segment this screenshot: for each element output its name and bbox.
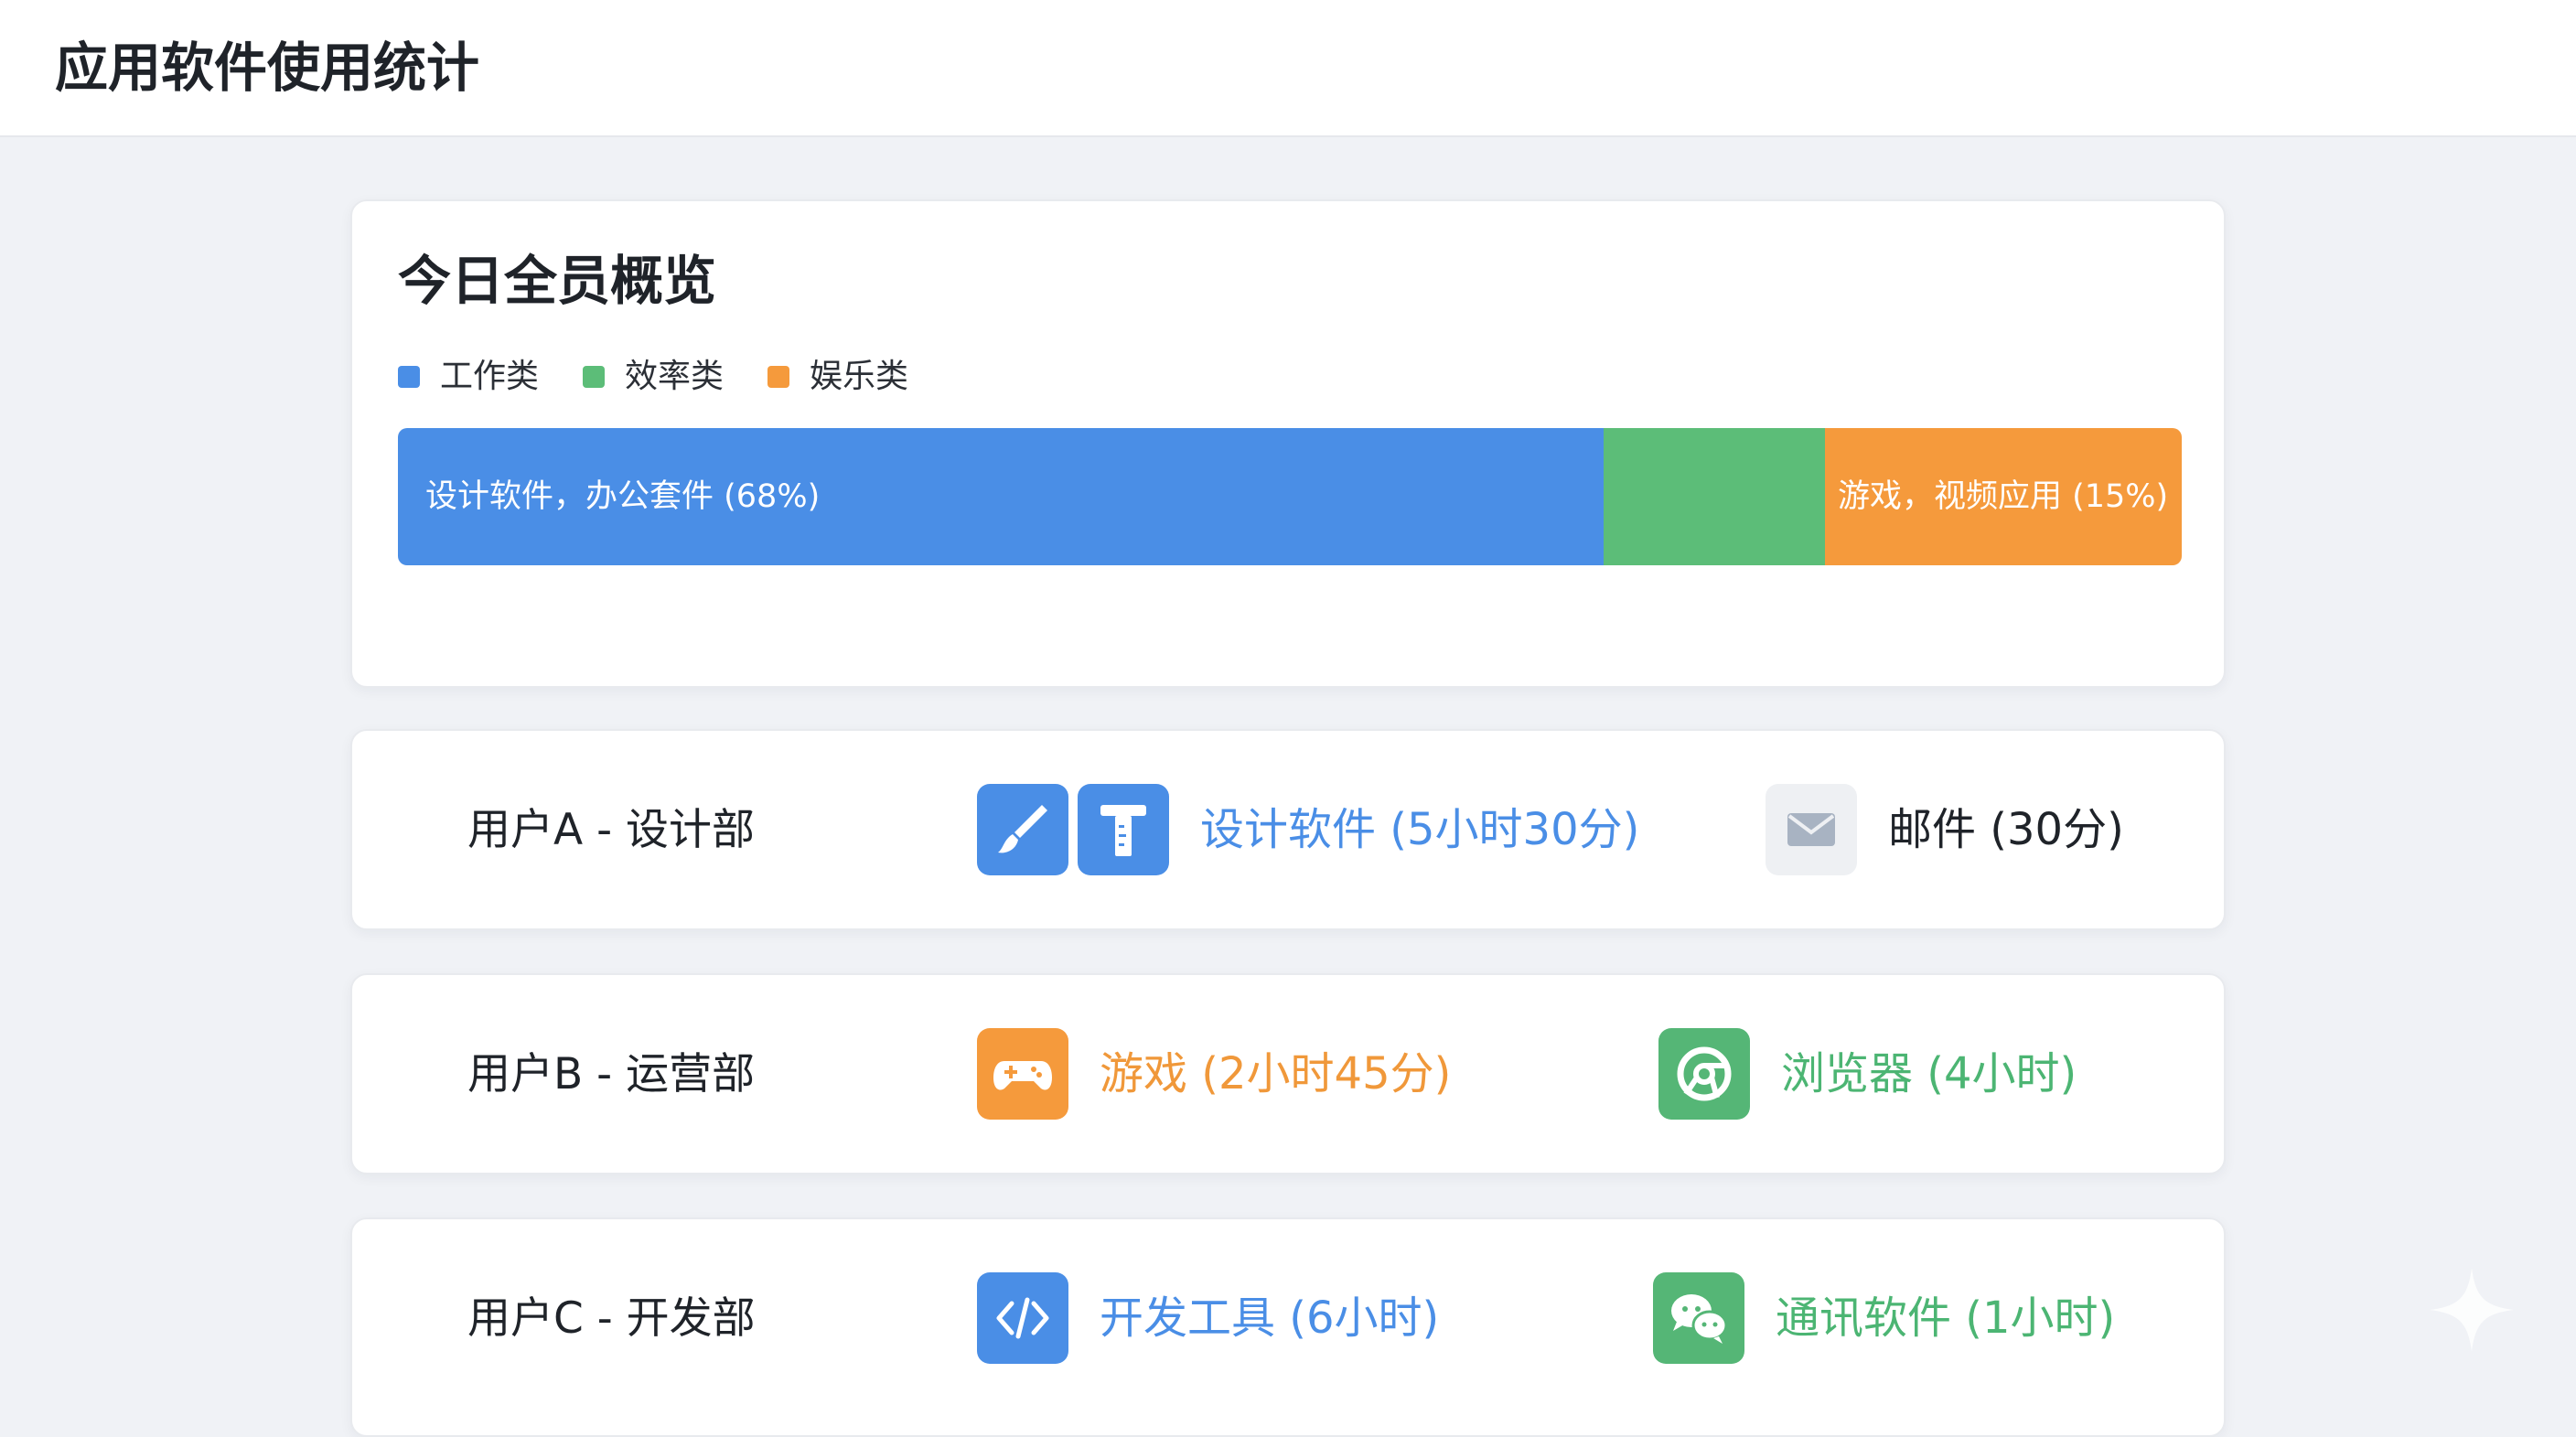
bar-segment-work[interactable]: 设计软件，办公套件 (68%) — [398, 428, 1605, 565]
app-usage-label: 通讯软件 (1小时) — [1776, 1292, 2116, 1344]
app-usage-mail[interactable]: 邮件 (30分) — [1766, 784, 2124, 875]
legend-label: 娱乐类 — [810, 358, 909, 395]
app-usage-label: 开发工具 (6小时) — [1100, 1292, 1440, 1344]
legend-swatch-efficiency — [583, 366, 606, 388]
legend-swatch-work — [398, 366, 420, 388]
legend-swatch-entertainment — [767, 366, 790, 388]
brush-icon — [977, 784, 1068, 875]
app-title: 应用软件使用统计 — [55, 37, 480, 99]
overview-title: 今日全员概览 — [398, 250, 717, 312]
overview-card: 今日全员概览 工作类 效率类 娱乐类 设计软件，办公套件 (68%) 游戏，视频… — [350, 199, 2226, 688]
user-name: 用户C - 开发部 — [467, 1293, 756, 1344]
top-bar: 应用软件使用统计 — [0, 0, 2576, 137]
app-usage-label: 浏览器 (4小时) — [1781, 1048, 2077, 1099]
browser-icon — [1658, 1028, 1750, 1120]
legend: 工作类 效率类 娱乐类 — [398, 357, 952, 397]
user-card-c[interactable]: 用户C - 开发部 开发工具 (6小时) 通讯软件 (1小时) — [350, 1217, 2226, 1437]
code-icon — [977, 1272, 1068, 1364]
app-usage-game[interactable]: 游戏 (2小时45分) — [977, 1028, 1451, 1120]
bar-segment-entertainment[interactable]: 游戏，视频应用 (15%) — [1824, 428, 2182, 565]
legend-label: 工作类 — [440, 358, 540, 395]
mail-icon — [1766, 784, 1857, 875]
app-usage-label: 设计软件 (5小时30分) — [1200, 804, 1640, 855]
user-card-a[interactable]: 用户A - 设计部 设计软件 (5小时30分) 邮件 (30分) — [350, 729, 2226, 930]
usage-stacked-bar: 设计软件，办公套件 (68%) 游戏，视频应用 (15%) — [398, 428, 2182, 565]
ruler-icon — [1078, 784, 1169, 875]
gamepad-icon — [977, 1028, 1068, 1120]
app-usage-design[interactable]: 设计软件 (5小时30分) — [977, 784, 1639, 875]
bar-segment-label: 设计软件，办公套件 (68%) — [425, 478, 821, 515]
app-usage-label: 游戏 (2小时45分) — [1100, 1048, 1452, 1099]
app-usage-browser[interactable]: 浏览器 (4小时) — [1658, 1028, 2077, 1120]
legend-item-efficiency: 效率类 — [583, 357, 724, 397]
user-card-b[interactable]: 用户B - 运营部 游戏 (2小时45分) 浏览器 (4小时) — [350, 973, 2226, 1174]
bar-segment-label: 游戏，视频应用 (15%) — [1837, 478, 2169, 515]
legend-item-entertainment: 娱乐类 — [767, 357, 908, 397]
app-usage-label: 邮件 (30分) — [1888, 804, 2124, 855]
user-name: 用户A - 设计部 — [467, 805, 755, 855]
legend-label: 效率类 — [625, 358, 724, 395]
bar-segment-efficiency[interactable] — [1604, 428, 1825, 565]
user-name: 用户B - 运营部 — [467, 1049, 756, 1099]
app-usage-messaging[interactable]: 通讯软件 (1小时) — [1653, 1272, 2115, 1364]
legend-item-work: 工作类 — [398, 357, 539, 397]
sparkle-icon — [2430, 1268, 2514, 1352]
chat-icon — [1653, 1272, 1744, 1364]
app-usage-devtools[interactable]: 开发工具 (6小时) — [977, 1272, 1439, 1364]
